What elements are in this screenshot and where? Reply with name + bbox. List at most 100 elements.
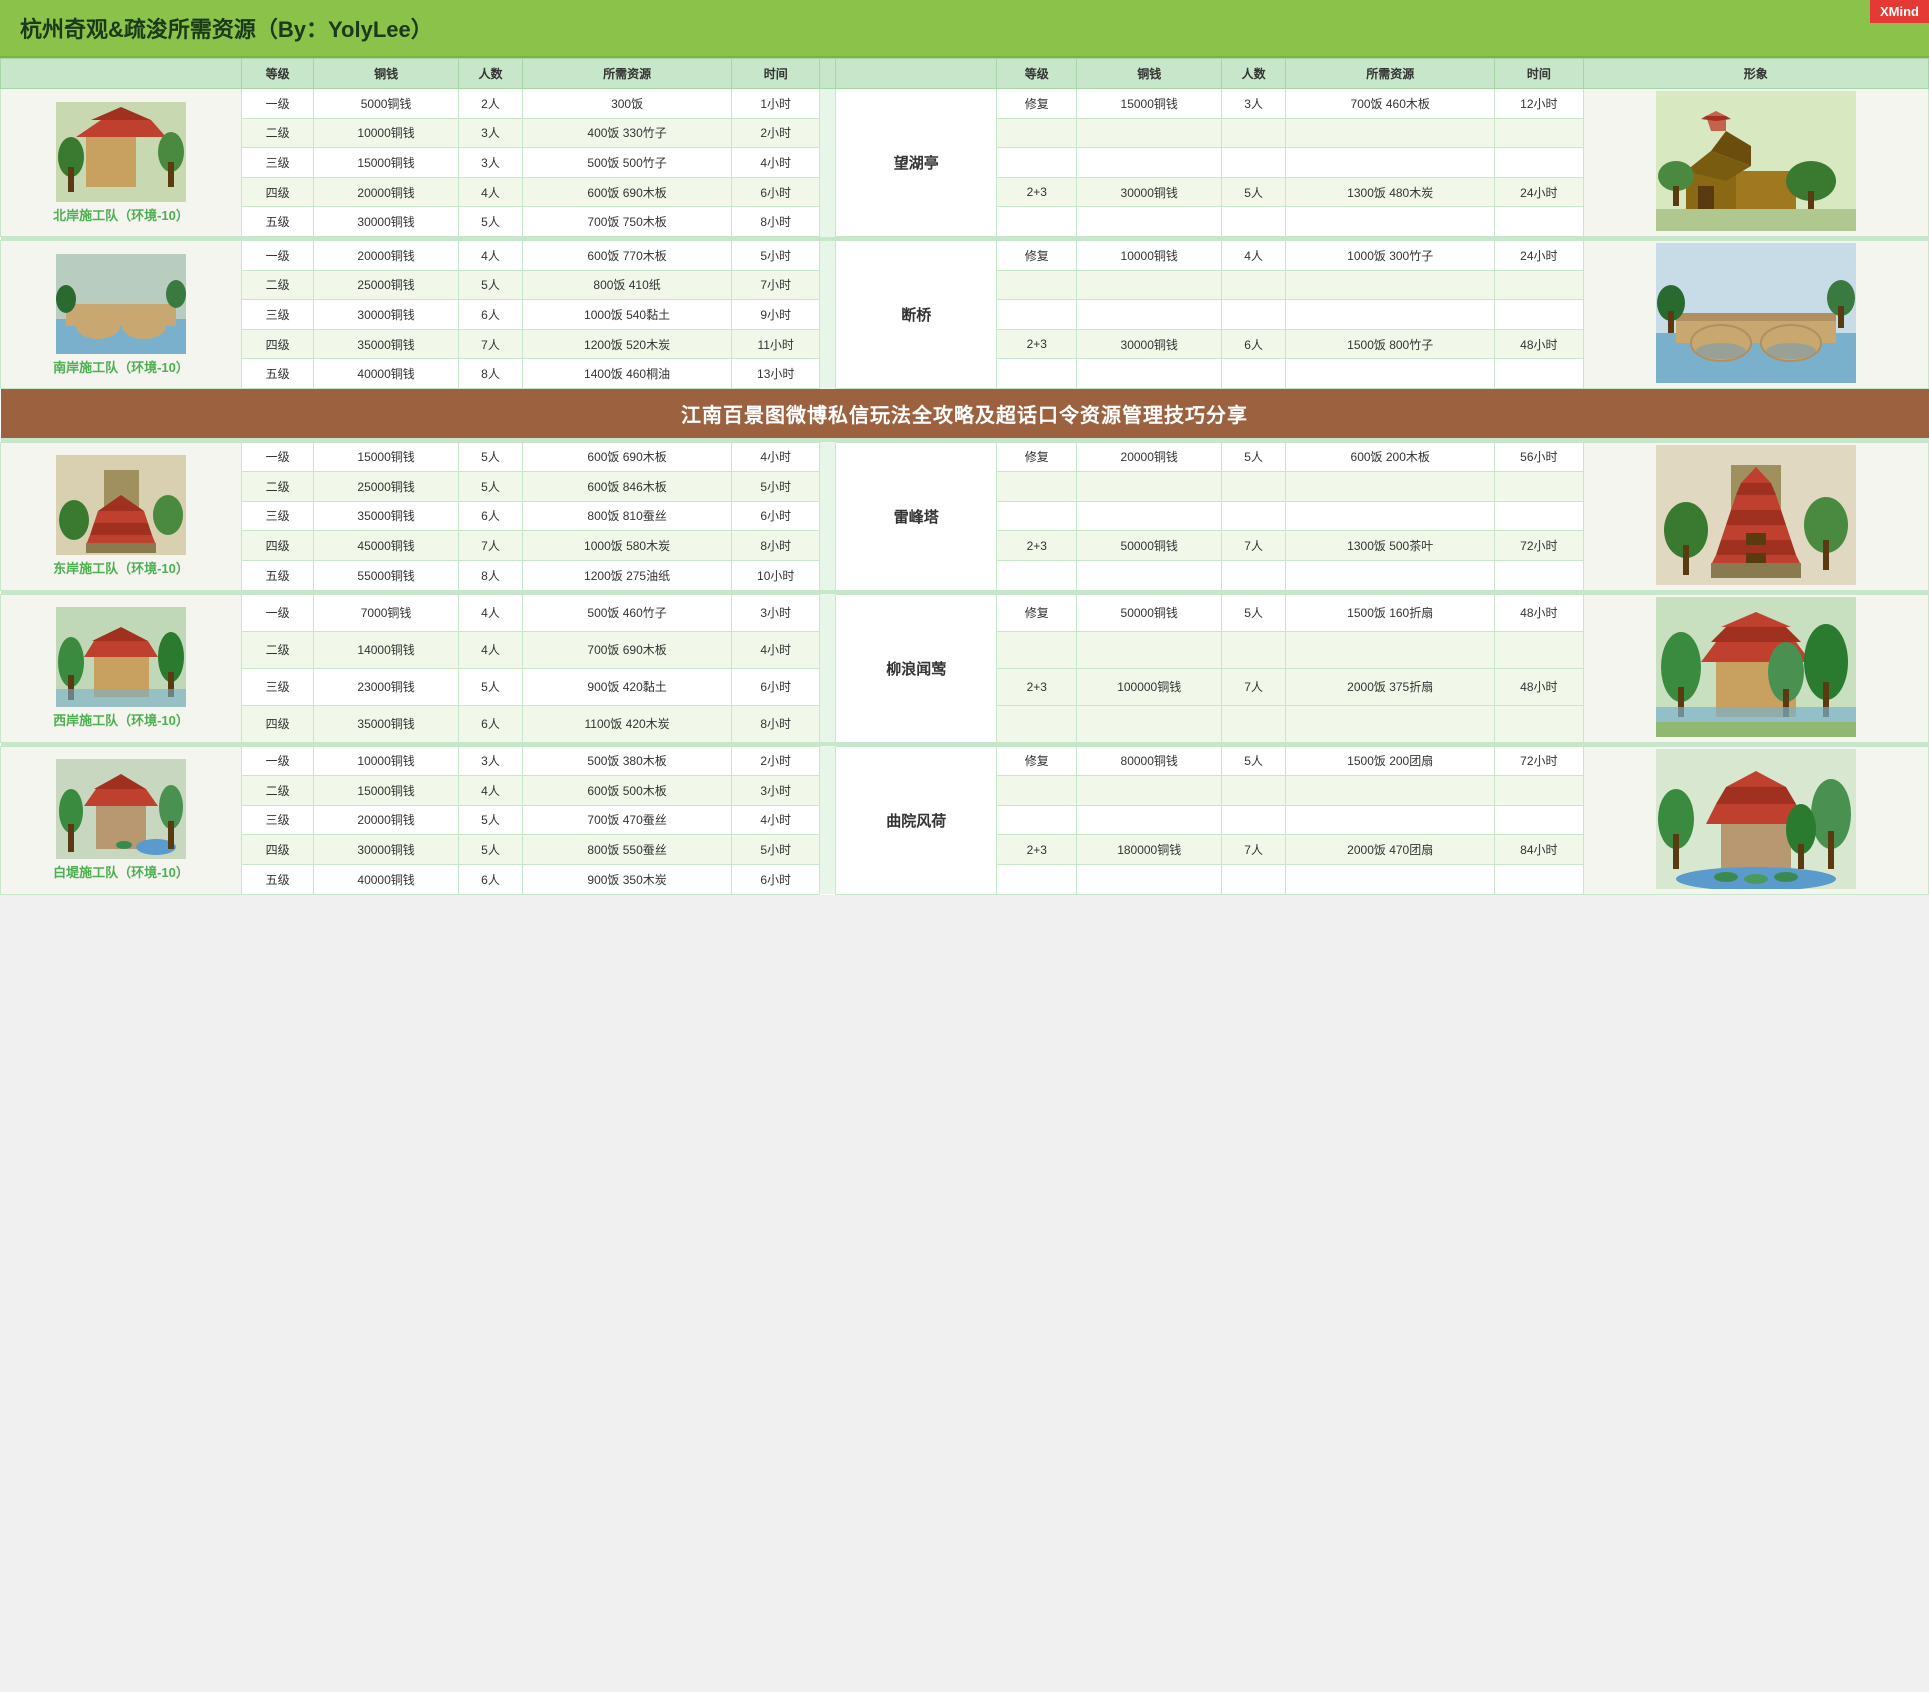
- money-cell: 30000铜钱: [314, 207, 459, 237]
- level-cell: 二级: [242, 776, 314, 806]
- time-cell: 5小时: [732, 835, 820, 865]
- spacer-cell: [820, 89, 836, 237]
- people-cell: 5人: [458, 805, 522, 835]
- spacer-cell: [820, 594, 836, 742]
- header-row: 等级 铜钱 人数 所需资源 时间 等级 铜钱 人数 所需资源 时间 形象: [1, 59, 1929, 89]
- repair-resources: 700饭 460木板: [1286, 89, 1495, 119]
- right-empty: [1222, 631, 1286, 668]
- repair-people: 3人: [1222, 89, 1286, 119]
- people-cell: 5人: [458, 835, 522, 865]
- people-cell: 4人: [458, 241, 522, 271]
- upgrade23-people: 7人: [1222, 835, 1286, 865]
- right-empty: [997, 631, 1077, 668]
- resources-cell: 800饭 550蚕丝: [523, 835, 732, 865]
- resources-cell: 1400饭 460桐油: [523, 359, 732, 389]
- right-empty: [1286, 805, 1495, 835]
- right-empty: [1286, 472, 1495, 502]
- right-empty: [997, 501, 1077, 531]
- right-empty: [1495, 270, 1583, 300]
- right-empty: [1495, 118, 1583, 148]
- level-cell: 二级: [242, 631, 314, 668]
- right-empty: [997, 560, 1077, 590]
- resources-cell: 400饭 330竹子: [523, 118, 732, 148]
- repair-time: 56小时: [1495, 442, 1583, 472]
- col-resources-header: 所需资源: [523, 59, 732, 89]
- right-empty: [1286, 270, 1495, 300]
- people-cell: 5人: [458, 270, 522, 300]
- repair-money: 15000铜钱: [1077, 89, 1222, 119]
- right-empty: [1222, 118, 1286, 148]
- time-cell: 4小时: [732, 442, 820, 472]
- table-row: 北岸施工队（环境-10） 一级5000铜钱2人300饭1小时望湖亭修复15000…: [1, 89, 1929, 119]
- time-cell: 3小时: [732, 594, 820, 631]
- repair-money: 50000铜钱: [1077, 594, 1222, 631]
- money-cell: 10000铜钱: [314, 746, 459, 776]
- level-cell: 一级: [242, 442, 314, 472]
- upgrade23-people: 6人: [1222, 329, 1286, 359]
- col-level2-header: 等级: [997, 59, 1077, 89]
- people-cell: 8人: [458, 359, 522, 389]
- time-cell: 4小时: [732, 631, 820, 668]
- upgrade23-money: 100000铜钱: [1077, 668, 1222, 705]
- money-cell: 15000铜钱: [314, 442, 459, 472]
- resources-cell: 600饭 690木板: [523, 442, 732, 472]
- team-image-cell: 北岸施工队（环境-10）: [1, 89, 242, 237]
- repair-resources: 1500饭 160折扇: [1286, 594, 1495, 631]
- upgrade23-money: 50000铜钱: [1077, 531, 1222, 561]
- people-cell: 6人: [458, 300, 522, 330]
- right-empty: [1286, 864, 1495, 894]
- resources-cell: 700饭 750木板: [523, 207, 732, 237]
- upgrade23-time: 72小时: [1495, 531, 1583, 561]
- repair-people: 5人: [1222, 594, 1286, 631]
- level-cell: 一级: [242, 241, 314, 271]
- people-cell: 7人: [458, 531, 522, 561]
- overlay-banner: 江南百景图微博私信玩法全攻略及超话口令资源管理技巧分享: [1, 389, 1929, 438]
- landmark-name: 曲院风荷: [836, 746, 997, 894]
- right-empty: [1077, 148, 1222, 178]
- col-resources2-header: 所需资源: [1286, 59, 1495, 89]
- resources-cell: 500饭 500竹子: [523, 148, 732, 178]
- people-cell: 7人: [458, 329, 522, 359]
- level-cell: 三级: [242, 668, 314, 705]
- repair-resources: 1000饭 300竹子: [1286, 241, 1495, 271]
- level-cell: 四级: [242, 329, 314, 359]
- upgrade23-resources: 1500饭 800竹子: [1286, 329, 1495, 359]
- people-cell: 5人: [458, 442, 522, 472]
- right-empty: [1077, 560, 1222, 590]
- resources-cell: 1200饭 520木炭: [523, 329, 732, 359]
- right-empty: [1222, 148, 1286, 178]
- table-row: 南岸施工队（环境-10） 一级20000铜钱4人600饭 770木板5小时断桥修…: [1, 241, 1929, 271]
- right-empty: [1495, 300, 1583, 330]
- upgrade23-resources: 1300饭 500茶叶: [1286, 531, 1495, 561]
- right-empty: [1077, 207, 1222, 237]
- right-empty: [1222, 776, 1286, 806]
- level-cell: 五级: [242, 207, 314, 237]
- team-label: 白堤施工队（环境-10）: [3, 862, 239, 881]
- repair-level: 修复: [997, 442, 1077, 472]
- time-cell: 1小时: [732, 89, 820, 119]
- right-empty: [1077, 864, 1222, 894]
- right-empty: [1077, 300, 1222, 330]
- right-empty: [997, 805, 1077, 835]
- money-cell: 25000铜钱: [314, 270, 459, 300]
- time-cell: 4小时: [732, 148, 820, 178]
- resources-cell: 1000饭 540黏土: [523, 300, 732, 330]
- upgrade23-level: 2+3: [997, 177, 1077, 207]
- building-image-cell: [1583, 594, 1929, 742]
- people-cell: 5人: [458, 668, 522, 705]
- money-cell: 15000铜钱: [314, 148, 459, 178]
- people-cell: 4人: [458, 631, 522, 668]
- resources-cell: 600饭 500木板: [523, 776, 732, 806]
- right-empty: [1222, 300, 1286, 330]
- level-cell: 三级: [242, 300, 314, 330]
- level-cell: 五级: [242, 560, 314, 590]
- team-label: 南岸施工队（环境-10）: [3, 357, 239, 376]
- repair-money: 80000铜钱: [1077, 746, 1222, 776]
- repair-money: 20000铜钱: [1077, 442, 1222, 472]
- people-cell: 6人: [458, 501, 522, 531]
- right-empty: [1495, 705, 1583, 742]
- upgrade23-people: 7人: [1222, 531, 1286, 561]
- level-cell: 三级: [242, 805, 314, 835]
- col-landmark-header: [836, 59, 997, 89]
- col-level-header: 等级: [242, 59, 314, 89]
